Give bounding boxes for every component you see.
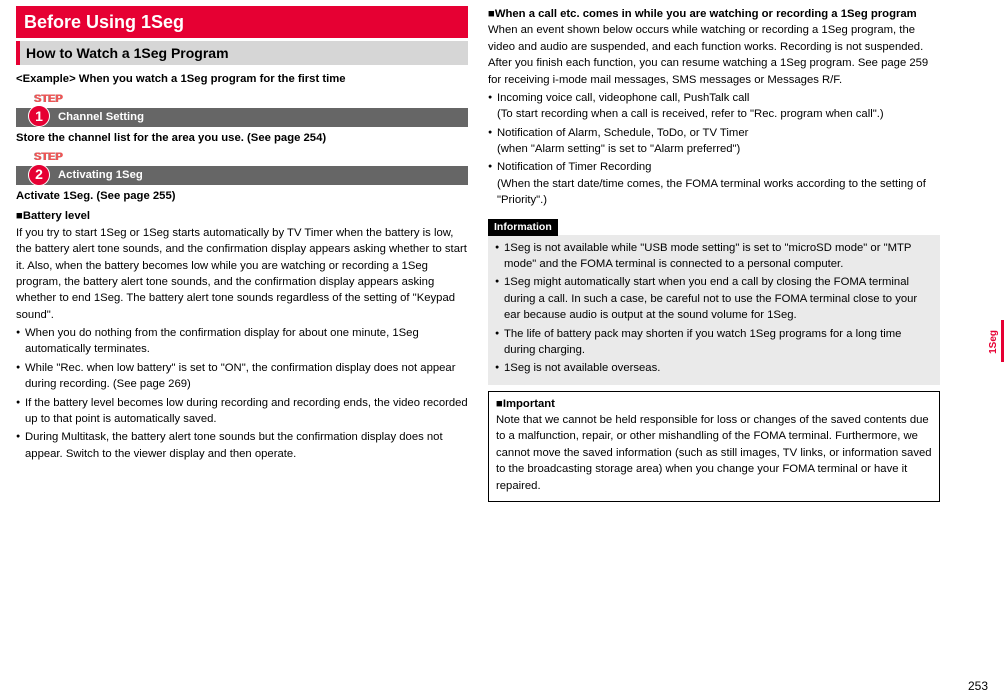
call-heading: When a call etc. comes in while you are …	[488, 6, 940, 22]
right-column: When a call etc. comes in while you are …	[480, 0, 960, 699]
example-title: <Example> When you watch a 1Seg program …	[16, 71, 468, 87]
important-paragraph: Note that we cannot be held responsible …	[496, 412, 932, 494]
call-paragraph: When an event shown below occurs while w…	[488, 22, 940, 88]
bullet-item: During Multitask, the battery alert tone…	[16, 429, 468, 462]
battery-bullets: When you do nothing from the confirmatio…	[16, 325, 468, 462]
info-bullets: 1Seg is not available while "USB mode se…	[495, 240, 933, 377]
bullet-item: Notification of Timer Recording (When th…	[488, 159, 940, 208]
section-subtitle-bar: How to Watch a 1Seg Program	[16, 41, 468, 65]
step-1-title: Channel Setting	[58, 109, 144, 125]
left-column: Before Using 1Seg How to Watch a 1Seg Pr…	[0, 0, 480, 699]
step-2-bar: 2 Activating 1Seg	[16, 166, 468, 185]
page-number: 253	[968, 678, 988, 695]
bullet-item: The life of battery pack may shorten if …	[495, 326, 933, 359]
bullet-item: 1Seg is not available overseas.	[495, 360, 933, 376]
call-bullets: Incoming voice call, videophone call, Pu…	[488, 90, 940, 209]
step-1-bar: 1 Channel Setting	[16, 108, 468, 127]
bullet-item: When you do nothing from the confirmatio…	[16, 325, 468, 358]
information-header: Information	[488, 219, 558, 236]
step-label-1: STEP	[34, 92, 468, 108]
battery-paragraph: If you try to start 1Seg or 1Seg starts …	[16, 225, 468, 323]
store-line: Store the channel list for the area you …	[16, 130, 468, 146]
information-box: 1Seg is not available while "USB mode se…	[488, 235, 940, 385]
battery-heading: Battery level	[16, 208, 468, 224]
bullet-item: 1Seg is not available while "USB mode se…	[495, 240, 933, 273]
bullet-item: Notification of Alarm, Schedule, ToDo, o…	[488, 125, 940, 158]
important-box: Important Note that we cannot be held re…	[488, 391, 940, 502]
step-2-circle: 2	[28, 164, 50, 186]
bullet-item: While "Rec. when low battery" is set to …	[16, 360, 468, 393]
step-1-circle: 1	[28, 105, 50, 127]
important-heading: Important	[496, 396, 932, 412]
side-tab-label: 1Seg	[987, 330, 1002, 354]
activate-line: Activate 1Seg. (See page 255)	[16, 188, 468, 204]
bullet-item: If the battery level becomes low during …	[16, 395, 468, 428]
bullet-item: 1Seg might automatically start when you …	[495, 274, 933, 323]
step-label-2: STEP	[34, 150, 468, 166]
section-title-bar: Before Using 1Seg	[16, 6, 468, 38]
bullet-item: Incoming voice call, videophone call, Pu…	[488, 90, 940, 123]
step-2-title: Activating 1Seg	[58, 167, 143, 183]
